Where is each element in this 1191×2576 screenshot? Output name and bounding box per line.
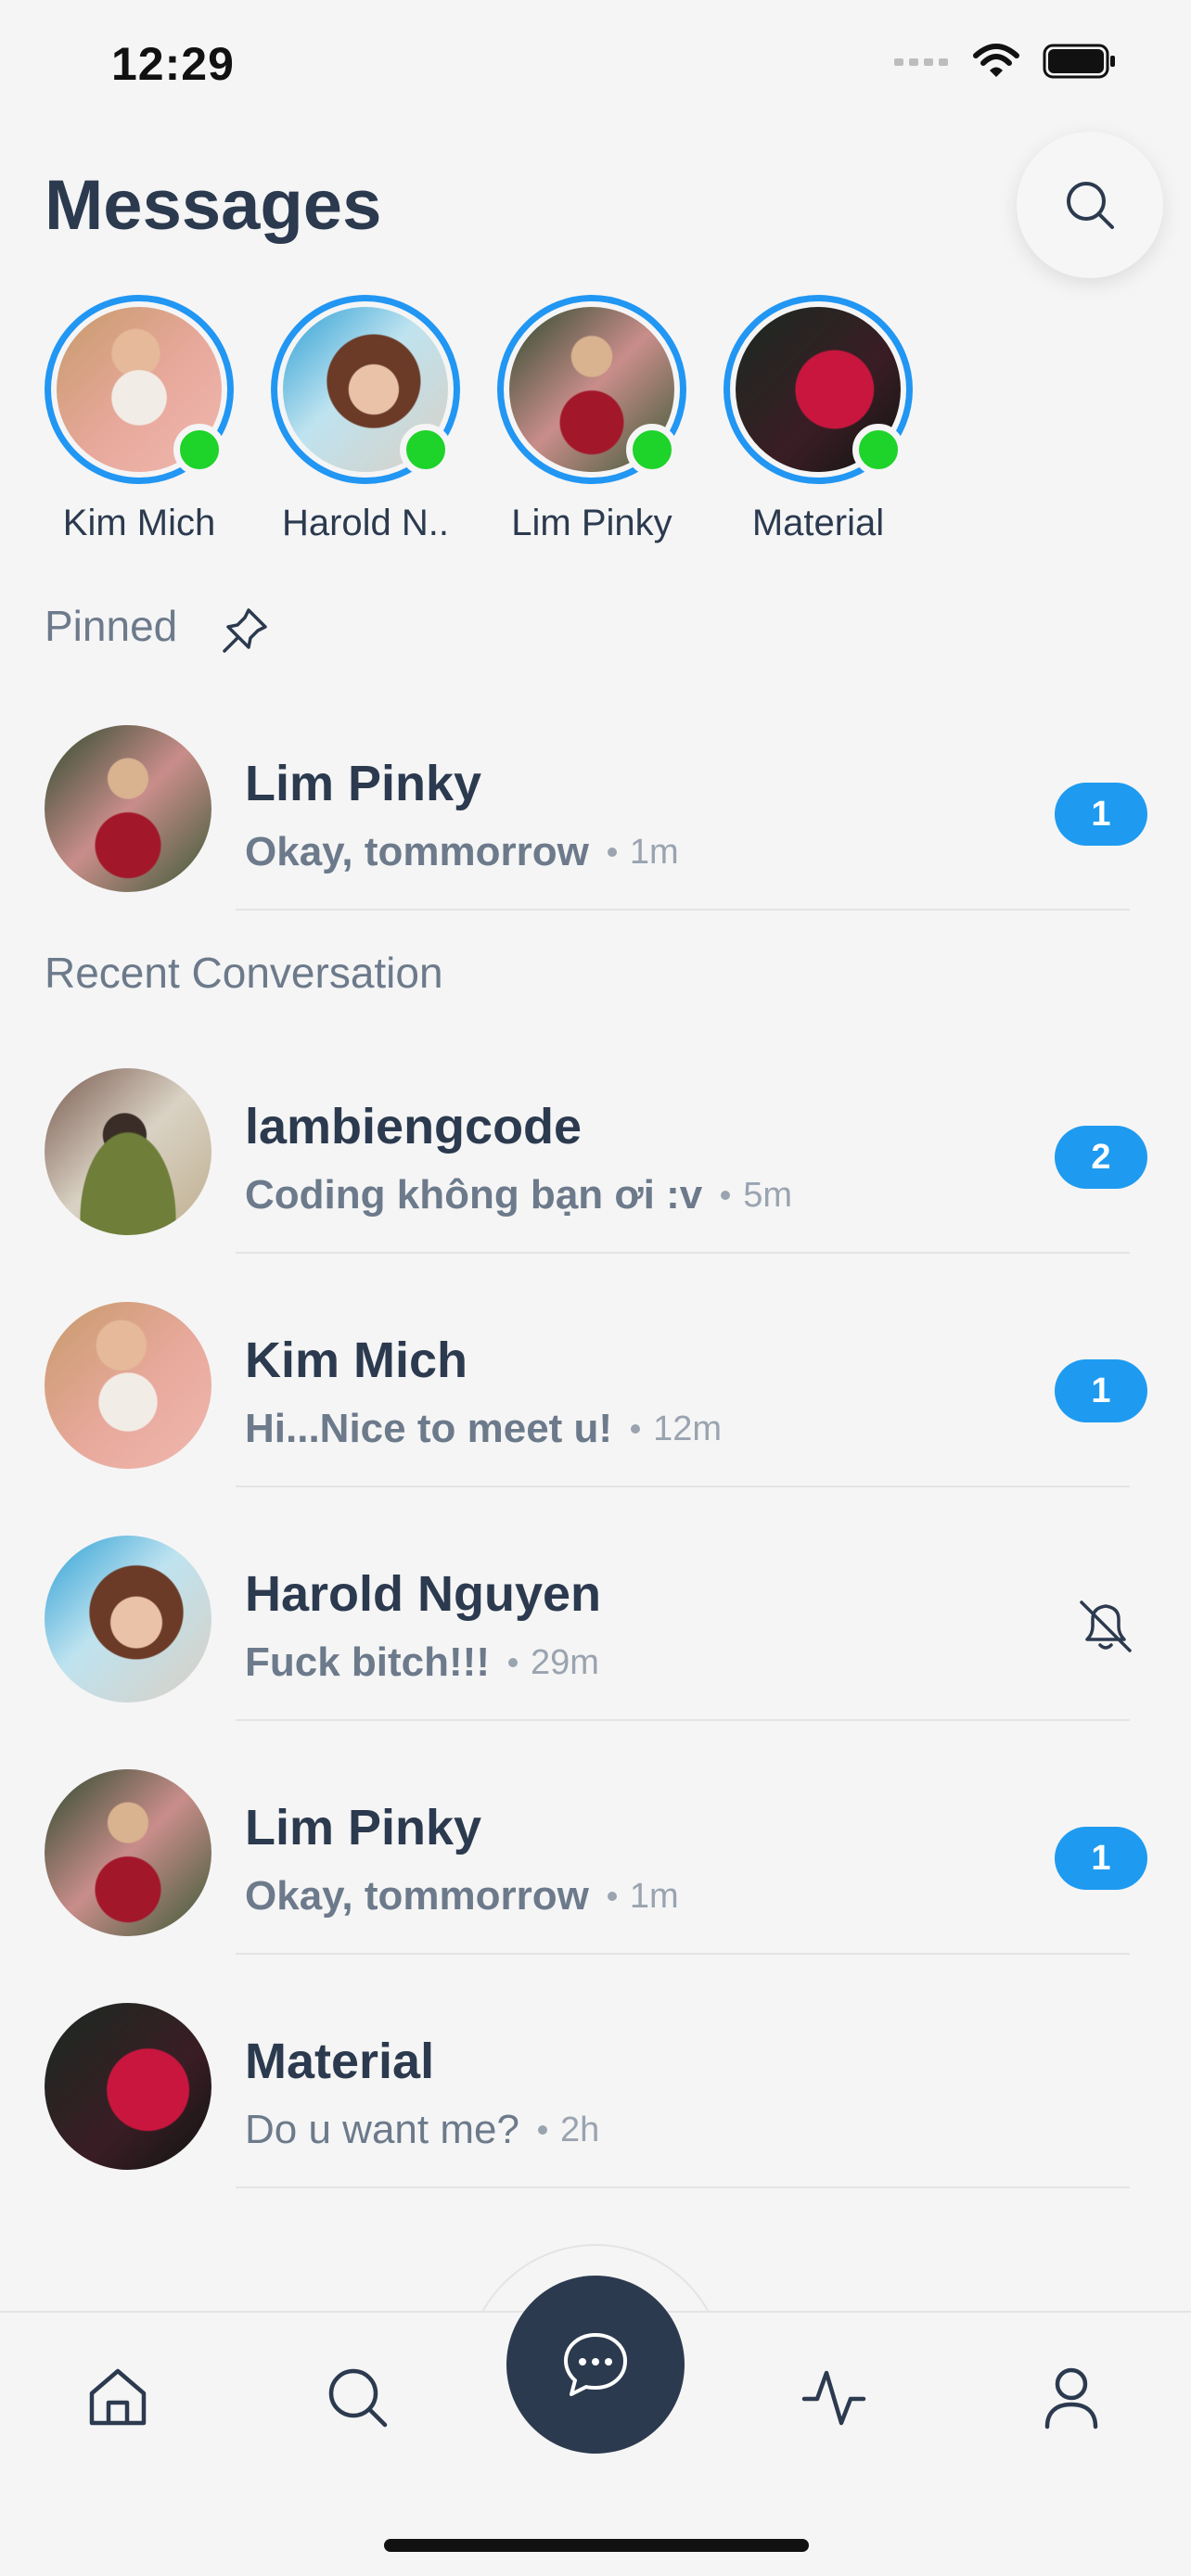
online-indicator: [173, 424, 225, 476]
message-text: Coding không bạn ơi :v: [245, 1172, 703, 1218]
message-time: 1m: [629, 1876, 679, 1916]
activity-icon: [801, 2370, 866, 2426]
page-title: Messages: [45, 166, 382, 245]
conversation-name: lambiengcode: [245, 1099, 583, 1154]
avatar: [45, 2003, 211, 2170]
story-ring: [497, 295, 686, 484]
nav-home[interactable]: [76, 2355, 160, 2439]
conversation-preview: Fuck bitch!!! 29m: [245, 1639, 599, 1686]
message-text: Fuck bitch!!!: [245, 1639, 490, 1685]
conversation-item[interactable]: Kim Mich Hi...Nice to meet u! 12m 1: [0, 1254, 1191, 1487]
divider: [236, 909, 1130, 911]
conversation-item[interactable]: Harold Nguyen Fuck bitch!!! 29m: [0, 1487, 1191, 1721]
story-name: Lim Pinky: [511, 503, 672, 543]
wifi-icon: [973, 44, 1019, 77]
conversation-name: Material: [245, 2034, 435, 2089]
chat-bubble-icon: [564, 2333, 627, 2396]
conversation-preview: Okay, tommorrow 1m: [245, 1873, 679, 1919]
story-item[interactable]: Harold N..: [271, 295, 460, 544]
separator-dot: [631, 1424, 641, 1434]
story-item[interactable]: Lim Pinky: [497, 295, 686, 544]
message-time: 1m: [629, 832, 679, 872]
search-button[interactable]: [1017, 132, 1163, 278]
message-time: 2h: [559, 2110, 600, 2149]
conversation-item[interactable]: lambiengcode Coding không bạn ơi :v 5m 2: [0, 1020, 1191, 1254]
story-item[interactable]: Material: [724, 295, 913, 544]
nav-activity[interactable]: [792, 2355, 876, 2439]
conversation-item[interactable]: Lim Pinky Okay, tommorrow 1m 1: [0, 1721, 1191, 1955]
story-name: Kim Mich: [62, 503, 216, 543]
online-indicator: [852, 424, 904, 476]
section-label-pinned: Pinned: [45, 602, 178, 650]
avatar: [45, 1769, 211, 1936]
conversation-name: Lim Pinky: [245, 1800, 482, 1855]
message-time: 5m: [743, 1175, 793, 1215]
unread-badge: 2: [1055, 1126, 1147, 1189]
avatar: [45, 1302, 211, 1469]
story-ring: [271, 295, 460, 484]
avatar: [45, 1536, 211, 1702]
conversation-preview: Do u want me? 2h: [245, 2107, 599, 2153]
home-icon: [89, 2368, 147, 2426]
divider: [236, 2187, 1130, 2188]
story-name: Harold N..: [281, 503, 450, 543]
search-icon: [1067, 182, 1114, 229]
conversation-name: Kim Mich: [245, 1333, 468, 1388]
story-item[interactable]: Kim Mich: [45, 295, 234, 544]
unread-badge: 1: [1055, 1827, 1147, 1890]
separator-dot: [607, 1892, 617, 1901]
search-icon: [328, 2368, 388, 2428]
message-time: 12m: [653, 1409, 722, 1448]
conversation-item[interactable]: Lim Pinky Okay, tommorrow 1m 1: [0, 677, 1191, 911]
status-bar: 12:29: [0, 0, 1191, 130]
story-name: Material: [751, 503, 885, 543]
conversation-preview: Okay, tommorrow 1m: [245, 829, 679, 875]
conversation-preview: Coding không bạn ơi :v 5m: [245, 1172, 792, 1218]
pin-icon: [223, 608, 267, 653]
separator-dot: [537, 2125, 547, 2135]
message-text: Okay, tommorrow: [245, 829, 589, 874]
conversation-preview: Hi...Nice to meet u! 12m: [245, 1406, 722, 1452]
battery-icon: [1043, 44, 1115, 79]
user-icon: [1044, 2367, 1098, 2429]
separator-dot: [507, 1658, 518, 1667]
signal-icon: [894, 58, 948, 66]
separator-dot: [721, 1191, 731, 1200]
message-text: Do u want me?: [245, 2107, 519, 2152]
bell-off-icon[interactable]: [1074, 1595, 1137, 1658]
nav-messages[interactable]: [506, 2276, 685, 2454]
online-stories: Kim Mich Harold N.. Lim Pinky Material: [45, 295, 913, 544]
home-indicator[interactable]: [384, 2539, 809, 2552]
avatar: [45, 1068, 211, 1235]
status-icons: [894, 43, 1117, 80]
avatar: [45, 725, 211, 892]
conversation-item[interactable]: Material Do u want me? 2h: [0, 1955, 1191, 2188]
message-text: Hi...Nice to meet u!: [245, 1406, 613, 1451]
unread-badge: 1: [1055, 783, 1147, 846]
status-time: 12:29: [111, 38, 235, 90]
message-time: 29m: [530, 1642, 599, 1682]
message-text: Okay, tommorrow: [245, 1873, 589, 1919]
nav-profile[interactable]: [1030, 2355, 1113, 2439]
story-ring: [45, 295, 234, 484]
conversation-name: Harold Nguyen: [245, 1566, 602, 1622]
conversation-name: Lim Pinky: [245, 756, 482, 811]
story-ring: [724, 295, 913, 484]
online-indicator: [626, 424, 678, 476]
online-indicator: [400, 424, 452, 476]
section-label-recent: Recent Conversation: [45, 949, 443, 997]
separator-dot: [607, 848, 617, 857]
unread-badge: 1: [1055, 1359, 1147, 1422]
nav-search[interactable]: [315, 2355, 399, 2439]
